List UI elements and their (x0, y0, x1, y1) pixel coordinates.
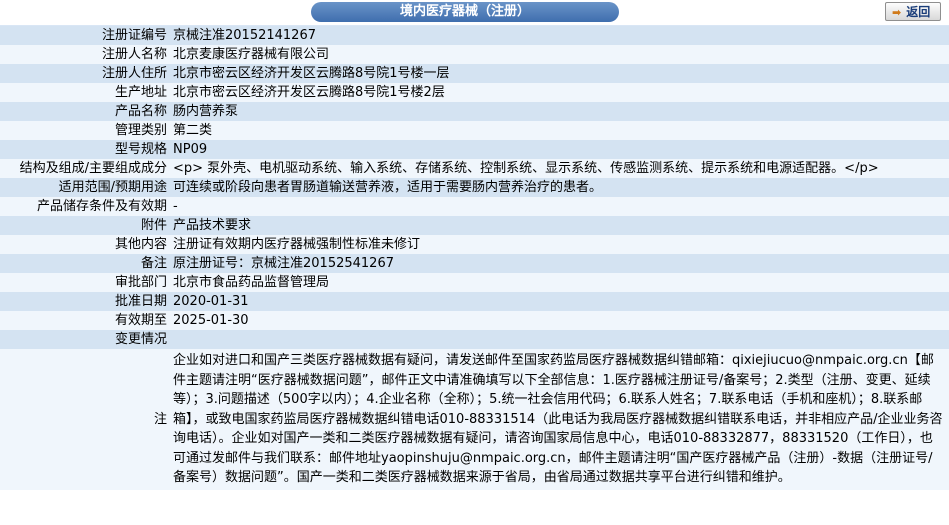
field-label: 产品名称 (0, 102, 167, 121)
field-label: 备注 (0, 254, 167, 273)
table-row: 注册证编号 京械注准20152141267 (0, 26, 949, 45)
table-row: 有效期至 2025-01-30 (0, 311, 949, 330)
field-value: 2020-01-31 (167, 292, 949, 311)
field-label: 产品储存条件及有效期 (0, 197, 167, 216)
table-row: 注册人住所 北京市密云区经济开发区云腾路8号院1号楼一层 (0, 64, 949, 83)
field-value: 2025-01-30 (167, 311, 949, 330)
page-title: 境内医疗器械（注册） (311, 2, 619, 22)
field-label: 适用范围/预期用途 (0, 178, 167, 197)
field-label: 注册人名称 (0, 45, 167, 64)
field-value: 原注册证号：京械注准20152541267 (167, 254, 949, 273)
field-value: - (167, 197, 949, 216)
back-button-label: 返回 (906, 5, 931, 19)
field-value: 注册证有效期内医疗器械强制性标准未修订 (167, 235, 949, 254)
field-label: 批准日期 (0, 292, 167, 311)
field-label: 附件 (0, 216, 167, 235)
field-label: 注册人住所 (0, 64, 167, 83)
field-value: 肠内营养泵 (167, 102, 949, 121)
field-label: 注册证编号 (0, 26, 167, 45)
field-value: 北京市密云区经济开发区云腾路8号院1号楼一层 (167, 64, 949, 83)
field-value (167, 330, 949, 349)
detail-table: 注册证编号 京械注准20152141267 注册人名称 北京麦康医疗器械有限公司 注册人… (0, 26, 949, 490)
field-value: 第二类 (167, 121, 949, 140)
field-label: 管理类别 (0, 121, 167, 140)
field-label: 有效期至 (0, 311, 167, 330)
table-row: 适用范围/预期用途 可连续或阶段向患者胃肠道输送营养液，适用于需要肠内营养治疗的患… (0, 178, 949, 197)
table-row: 附件 产品技术要求 (0, 216, 949, 235)
table-row: 型号规格 NP09 (0, 140, 949, 159)
note-text: 企业如对进口和国产三类医疗器械数据有疑问，请发送邮件至国家药监局医疗器械数据纠错… (167, 349, 949, 490)
field-value: NP09 (167, 140, 949, 159)
field-label: 生产地址 (0, 83, 167, 102)
table-row: 管理类别 第二类 (0, 121, 949, 140)
table-row: 备注 原注册证号：京械注准20152541267 (0, 254, 949, 273)
table-row: 审批部门 北京市食品药品监督管理局 (0, 273, 949, 292)
field-label: 变更情况 (0, 330, 167, 349)
field-value: 北京麦康医疗器械有限公司 (167, 45, 949, 64)
arrow-right-icon: ➡ (892, 6, 902, 19)
table-row: 生产地址 北京市密云区经济开发区云腾路8号院1号楼2层 (0, 83, 949, 102)
field-value: 可连续或阶段向患者胃肠道输送营养液，适用于需要肠内营养治疗的患者。 (167, 178, 949, 197)
field-label: 型号规格 (0, 140, 167, 159)
table-row: 批准日期 2020-01-31 (0, 292, 949, 311)
note-label: 注 (0, 349, 167, 490)
table-row: 注册人名称 北京麦康医疗器械有限公司 (0, 45, 949, 64)
field-value: <p> 泵外壳、电机驱动系统、输入系统、存储系统、控制系统、显示系统、传感监测系… (167, 159, 949, 178)
field-label: 审批部门 (0, 273, 167, 292)
field-value: 北京市食品药品监督管理局 (167, 273, 949, 292)
field-value: 产品技术要求 (167, 216, 949, 235)
field-value: 京械注准20152141267 (167, 26, 949, 45)
note-row: 注企业如对进口和国产三类医疗器械数据有疑问，请发送邮件至国家药监局医疗器械数据纠… (0, 349, 949, 490)
table-row: 产品名称 肠内营养泵 (0, 102, 949, 121)
back-button[interactable]: ➡ 返回 (885, 2, 941, 21)
table-row: 产品储存条件及有效期 - (0, 197, 949, 216)
field-value: 北京市密云区经济开发区云腾路8号院1号楼2层 (167, 83, 949, 102)
table-row: 其他内容 注册证有效期内医疗器械强制性标准未修订 (0, 235, 949, 254)
title-bar: 境内医疗器械（注册） ➡ 返回 (0, 0, 949, 26)
table-row: 结构及组成/主要组成成分 <p> 泵外壳、电机驱动系统、输入系统、存储系统、控制系… (0, 159, 949, 178)
field-label: 其他内容 (0, 235, 167, 254)
table-row: 变更情况 (0, 330, 949, 349)
field-label: 结构及组成/主要组成成分 (0, 159, 167, 178)
